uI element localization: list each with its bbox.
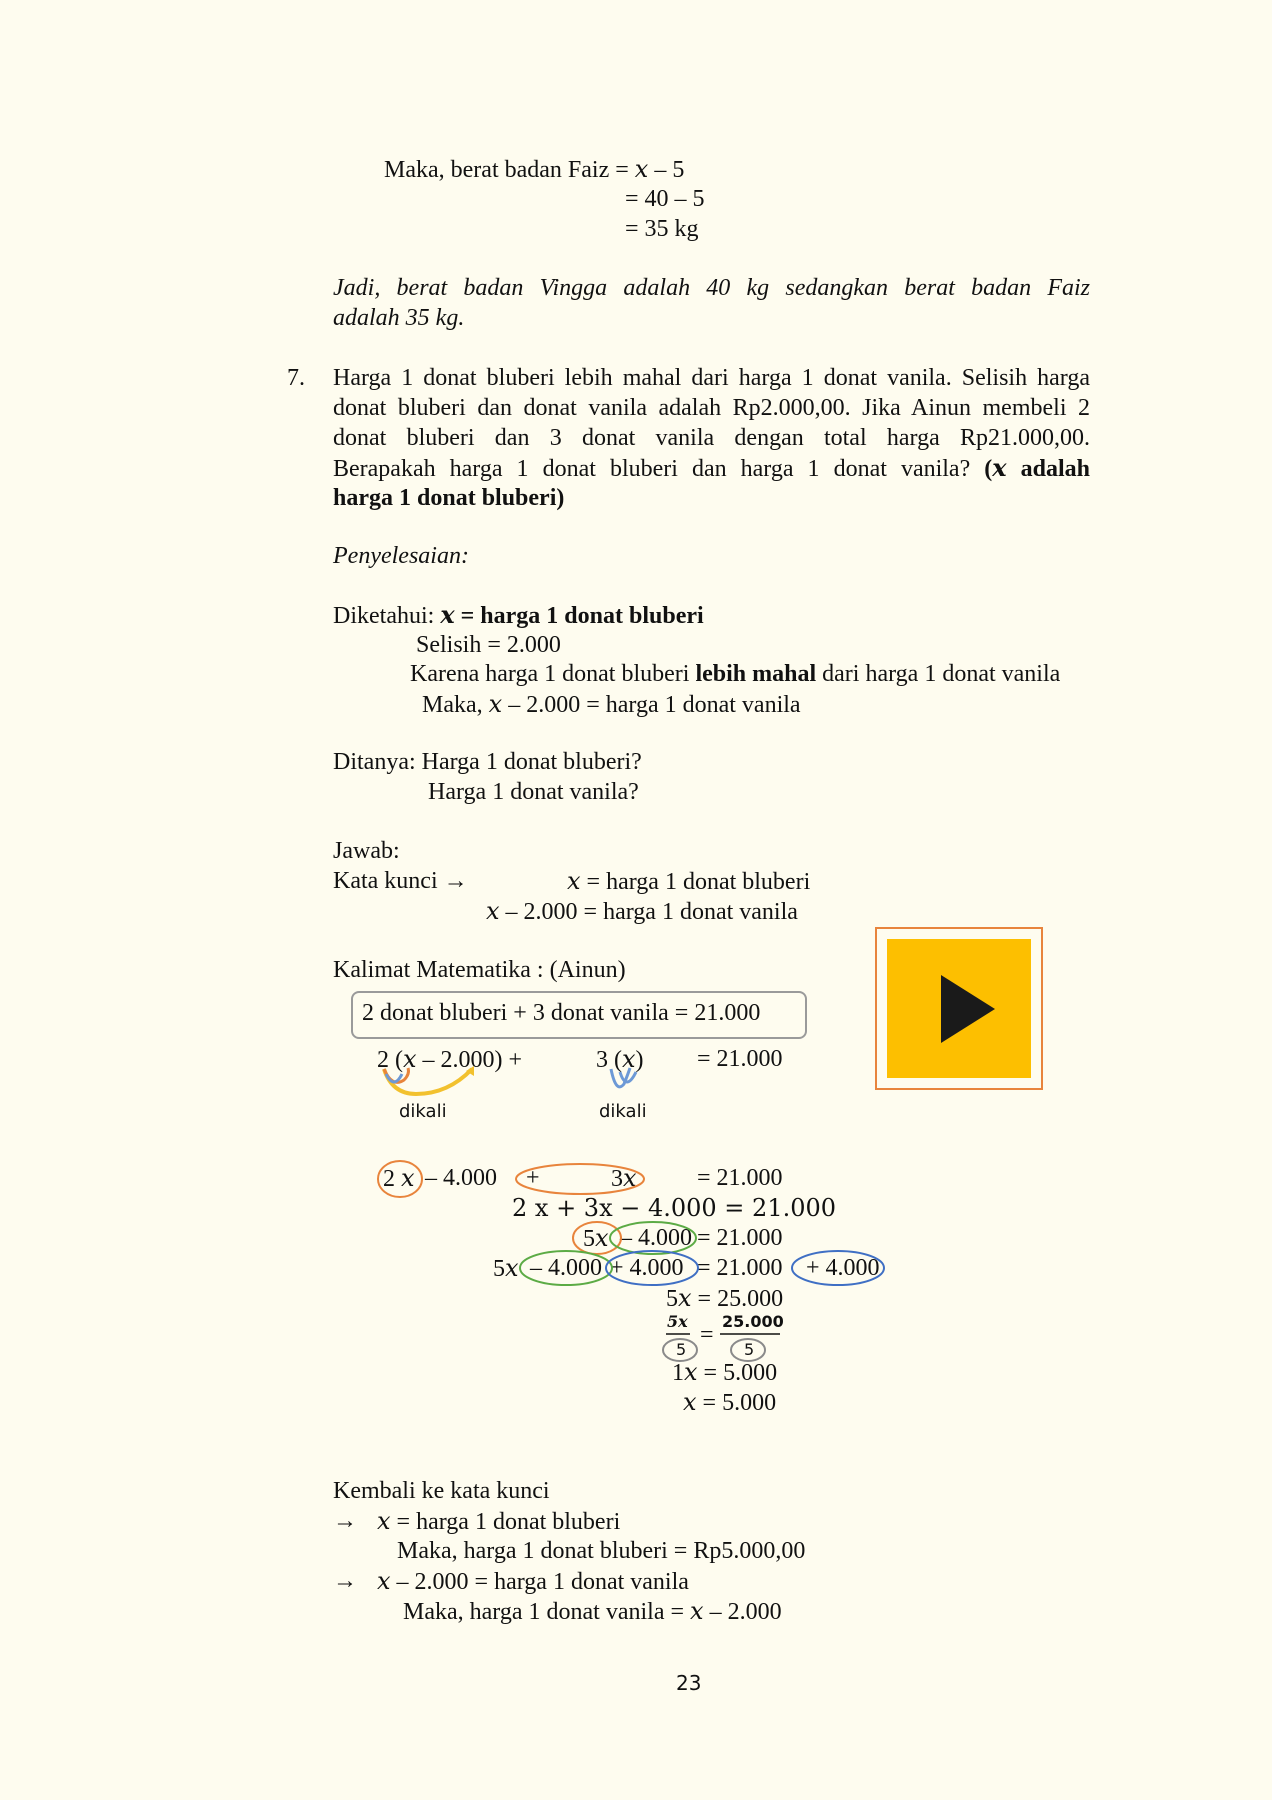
highlight-circle-orange bbox=[377, 1160, 423, 1198]
annotation-overlay bbox=[377, 1066, 885, 1362]
play-icon bbox=[941, 975, 995, 1043]
highlight-circle-orange bbox=[515, 1163, 645, 1195]
highlight-circle-blue bbox=[791, 1250, 885, 1286]
highlight-circle-gray bbox=[730, 1338, 766, 1362]
highlight-circle-gray bbox=[662, 1338, 698, 1362]
highlight-circle-blue bbox=[605, 1250, 699, 1286]
highlight-circle-green bbox=[609, 1221, 697, 1255]
highlight-circle-orange bbox=[572, 1221, 622, 1255]
highlight-circle-green bbox=[519, 1250, 613, 1286]
play-video-button[interactable] bbox=[875, 927, 1043, 1090]
play-button-fill bbox=[887, 939, 1031, 1078]
play-triangle bbox=[941, 975, 995, 1043]
